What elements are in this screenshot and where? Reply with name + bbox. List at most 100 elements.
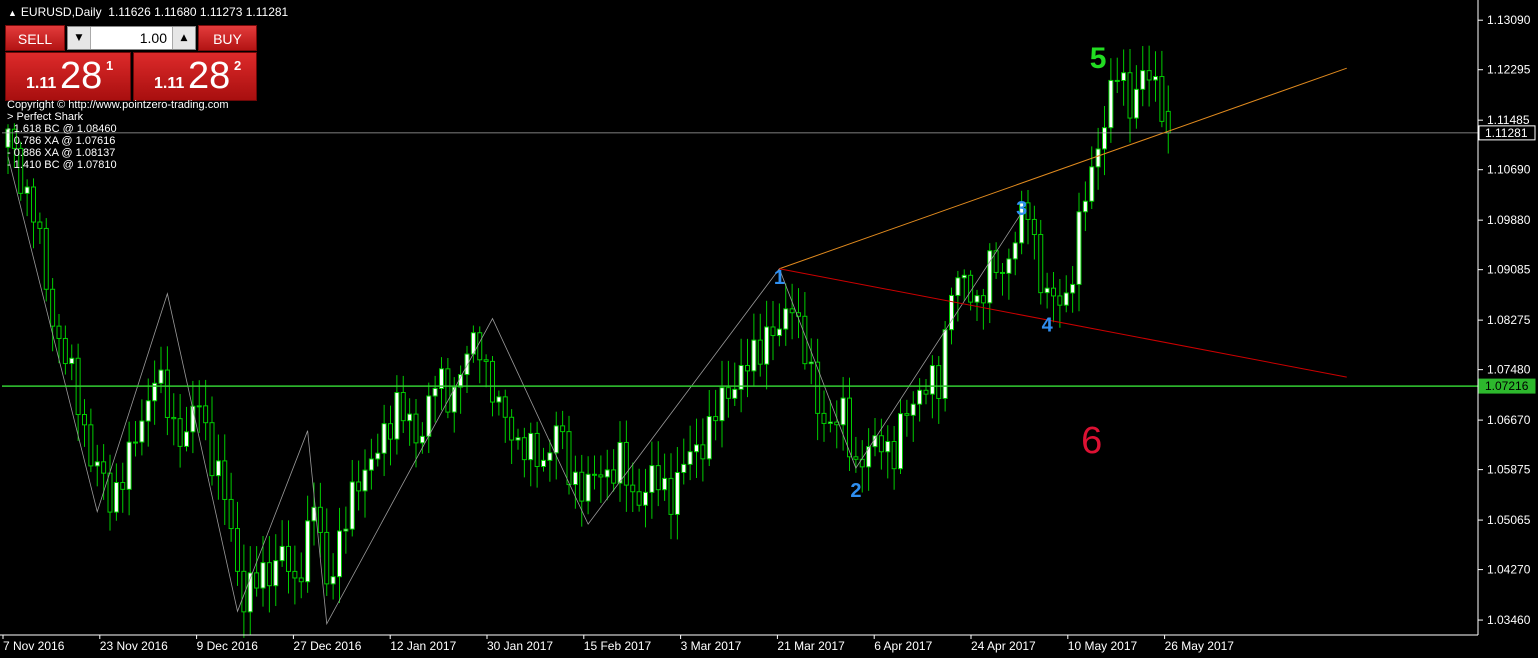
candle-body [878,435,884,453]
price-tick-label: 1.09880 [1487,213,1531,227]
candle-body [598,474,604,478]
price-tick-label: 1.04270 [1487,563,1531,577]
sell-button[interactable]: SELL [5,25,65,51]
candle-body [980,295,986,304]
candle-body [604,469,610,478]
candle-body [783,308,789,330]
candle-body [1159,76,1165,122]
candle-body [611,469,617,484]
indicator-note-line: - 1.410 BC @ 1.07810 [7,159,117,171]
candle-body [719,387,725,422]
candle-body [1127,72,1133,119]
increase-lot-icon[interactable]: ▲ [172,27,195,49]
candle-body [636,491,642,506]
time-tick-label: 9 Dec 2016 [197,639,259,653]
candle-body [317,506,323,533]
candle-body [88,424,94,467]
one-click-trading-panel: SELL ▼ 1.00 ▲ BUY 1.11 28 1 1.11 28 2 [5,25,257,101]
candle-body [949,294,954,331]
candle-body [94,461,100,467]
candle-body [37,221,43,229]
candle-body [305,520,311,583]
candle-body [757,339,763,365]
candle-body [375,452,381,460]
candle-body [279,545,285,562]
collapse-triangle-icon[interactable]: ▲ [8,8,17,18]
candle-body [228,498,234,530]
candle-body [298,577,304,583]
buy-price-prefix: 1.11 [154,75,185,92]
candle-body [770,326,776,337]
candle-body [203,405,209,424]
candle-body [107,472,113,513]
candle-body [655,465,661,491]
candle-body [923,389,929,395]
time-tick-label: 24 Apr 2017 [971,639,1036,653]
candle-body [1095,148,1101,168]
time-tick-label: 27 Dec 2016 [293,639,361,653]
candle-body [917,389,923,405]
candle-body [649,465,655,493]
candle-body [1140,70,1146,90]
candle-body [725,387,731,399]
candle-body [177,418,183,447]
buy-price-quote[interactable]: 1.11 28 2 [133,52,257,101]
time-tick-label: 26 May 2017 [1165,639,1235,653]
price-tick-label: 1.09085 [1487,263,1531,277]
candle-body [866,446,872,468]
candle-body [24,186,30,194]
candle-body [515,437,521,441]
candle-body [388,423,393,440]
lot-size-input[interactable]: 1.00 [92,27,171,49]
candle-body [643,491,648,506]
candle-body [776,328,782,337]
candle-body [560,425,566,433]
lot-size-stepper[interactable]: ▼ 1.00 ▲ [67,26,196,50]
candle-body [521,437,527,461]
time-tick-label: 15 Feb 2017 [584,639,652,653]
indicator-note-line: - 0.786 XA @ 1.07616 [7,135,116,147]
candle-body [56,325,62,339]
candle-body [1153,76,1158,81]
decrease-lot-icon[interactable]: ▼ [68,27,91,49]
candle-body [1044,287,1050,294]
candle-body [215,460,221,477]
candle-body [464,353,470,376]
time-tick-label: 23 Nov 2016 [100,639,168,653]
price-tick-label: 1.06670 [1487,413,1531,427]
wave-label-1: 1 [774,267,785,289]
candle-body [668,477,674,515]
candle-body [700,444,706,460]
wave-label-3: 3 [1016,198,1027,220]
candle-body [1051,287,1056,297]
candle-body [1108,79,1114,129]
candle-body [254,572,260,589]
candle-body [840,397,846,426]
buy-price-fraction: 2 [234,58,242,73]
candle-body [541,459,546,468]
price-tick-label: 1.08275 [1487,313,1531,327]
candle-body [330,576,336,585]
candle-body [1082,200,1088,213]
candle-body [413,413,419,444]
candle-body [43,227,49,290]
candle-body [1012,242,1018,260]
candle-body [324,531,330,585]
candle-body [222,460,228,500]
candle-body [113,482,119,513]
candle-body [955,277,961,296]
price-tick-label: 1.12295 [1487,63,1531,77]
candle-body [910,403,916,416]
candle-body [547,452,553,461]
sell-price-quote[interactable]: 1.11 28 1 [5,52,131,101]
candle-body [853,456,859,460]
candle-body [419,435,425,444]
candle-body [126,441,132,490]
buy-button[interactable]: BUY [198,25,257,51]
candle-body [553,425,559,454]
candle-body [432,387,438,397]
candle-body [458,374,464,388]
candle-body [528,432,534,461]
candle-body [209,422,215,477]
candle-body [623,441,629,486]
